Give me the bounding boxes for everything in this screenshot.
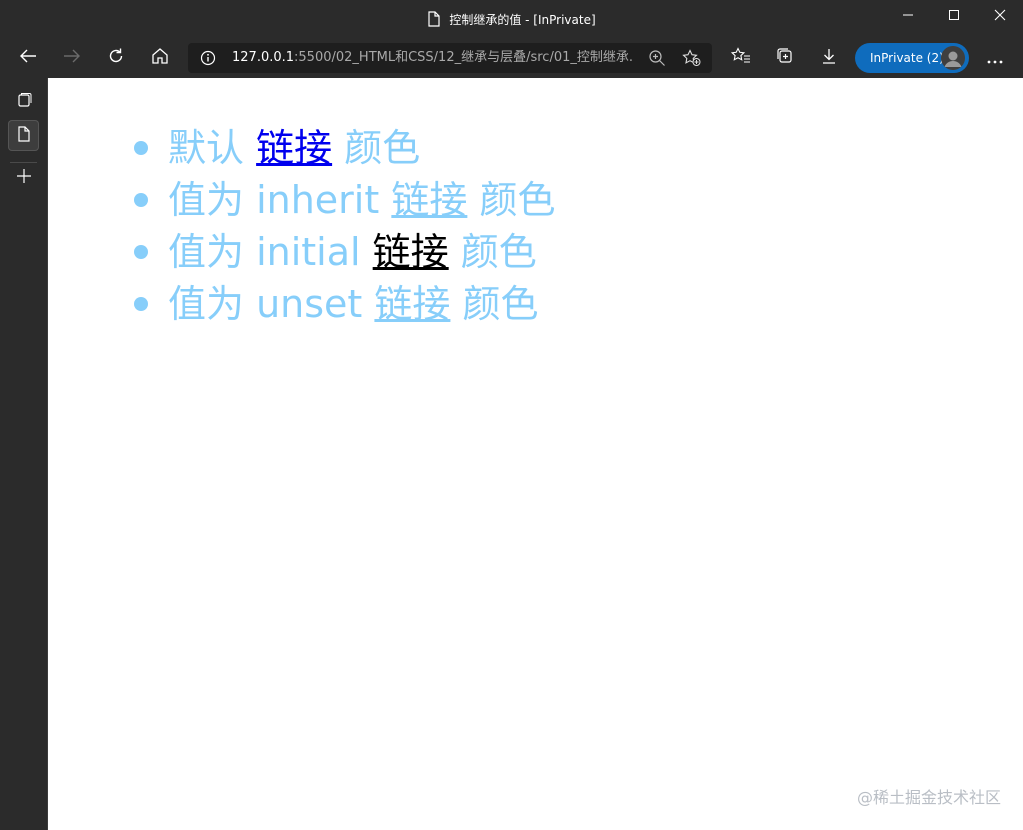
close-icon — [994, 6, 1006, 25]
list-item-inherit: 值为 inherit 链接 颜色 — [128, 174, 555, 226]
tab-actions-icon — [16, 92, 32, 112]
home-icon — [151, 47, 169, 69]
refresh-button[interactable] — [100, 42, 132, 74]
title-bar: 控制继承的值 - [InPrivate] — [0, 0, 1023, 38]
list-bullet — [134, 141, 148, 155]
address-path: :5500/02_HTML和CSS/12_继承与层叠/src/01_控制继承..… — [294, 50, 632, 65]
collections-button[interactable] — [769, 42, 801, 74]
item-text-before: 值为 inherit — [168, 178, 392, 222]
item-text-before: 默认 — [168, 126, 257, 170]
link-default[interactable]: 链接 — [256, 126, 332, 170]
link-inherit[interactable]: 链接 — [391, 178, 467, 222]
maximize-button[interactable] — [931, 0, 977, 30]
new-tab-button[interactable] — [8, 162, 39, 193]
page-content: 默认 链接 颜色 值为 inherit 链接 颜色 值为 initial 链接 … — [48, 78, 1023, 830]
downloads-icon — [820, 47, 838, 69]
minimize-icon — [902, 6, 914, 25]
favorites-icon — [730, 47, 751, 69]
tab-actions-button[interactable] — [8, 86, 39, 117]
home-button[interactable] — [144, 42, 176, 74]
minimize-button[interactable] — [885, 0, 931, 30]
more-button[interactable] — [979, 42, 1011, 74]
refresh-icon — [107, 47, 125, 69]
vertical-tab-page-icon — [17, 125, 31, 146]
tab-current-page[interactable] — [8, 120, 39, 151]
favorites-button[interactable] — [725, 42, 757, 74]
address-text[interactable]: 127.0.0.1:5500/02_HTML和CSS/12_继承与层叠/src/… — [232, 50, 632, 66]
inherit-demo-list: 默认 链接 颜色 值为 inherit 链接 颜色 值为 initial 链接 … — [128, 122, 555, 330]
close-button[interactable] — [977, 0, 1023, 30]
maximize-icon — [948, 6, 960, 25]
list-item-unset: 值为 unset 链接 颜色 — [128, 278, 555, 330]
list-bullet — [134, 297, 148, 311]
inprivate-button[interactable]: InPrivate (2) — [855, 43, 969, 73]
back-button[interactable] — [12, 42, 44, 74]
window-title-group: 控制继承的值 - [InPrivate] — [0, 0, 1023, 38]
inprivate-label: InPrivate (2) — [870, 51, 944, 65]
info-icon[interactable] — [200, 50, 216, 70]
new-tab-icon — [16, 168, 32, 188]
forward-button[interactable] — [56, 42, 88, 74]
add-favorite-icon[interactable] — [682, 49, 702, 71]
item-text-after: 颜色 — [332, 126, 421, 170]
more-icon — [987, 49, 1003, 68]
list-bullet — [134, 193, 148, 207]
link-initial[interactable]: 链接 — [373, 230, 449, 274]
zoom-icon[interactable] — [648, 49, 666, 71]
list-item-initial: 值为 initial 链接 颜色 — [128, 226, 555, 278]
vertical-tabs-sidebar — [0, 78, 48, 830]
profile-avatar — [941, 46, 965, 70]
item-text-after: 颜色 — [448, 230, 537, 274]
item-text-after: 颜色 — [450, 282, 539, 326]
window-title: 控制继承的值 - [InPrivate] — [449, 12, 596, 27]
list-item-default: 默认 链接 颜色 — [128, 122, 555, 174]
back-icon — [19, 48, 37, 68]
browser-toolbar: 127.0.0.1:5500/02_HTML和CSS/12_继承与层叠/src/… — [0, 38, 1023, 78]
downloads-button[interactable] — [813, 42, 845, 74]
item-text-before: 值为 unset — [168, 282, 375, 326]
list-bullet — [134, 245, 148, 259]
watermark: @稀土掘金技术社区 — [856, 788, 1001, 807]
address-host: 127.0.0.1 — [232, 50, 295, 65]
address-bar[interactable]: 127.0.0.1:5500/02_HTML和CSS/12_继承与层叠/src/… — [188, 43, 712, 73]
page-icon — [427, 11, 441, 27]
item-text-before: 值为 initial — [168, 230, 373, 274]
link-unset[interactable]: 链接 — [374, 282, 450, 326]
item-text-after: 颜色 — [467, 178, 556, 222]
forward-icon — [63, 48, 81, 68]
collections-icon — [775, 47, 795, 69]
